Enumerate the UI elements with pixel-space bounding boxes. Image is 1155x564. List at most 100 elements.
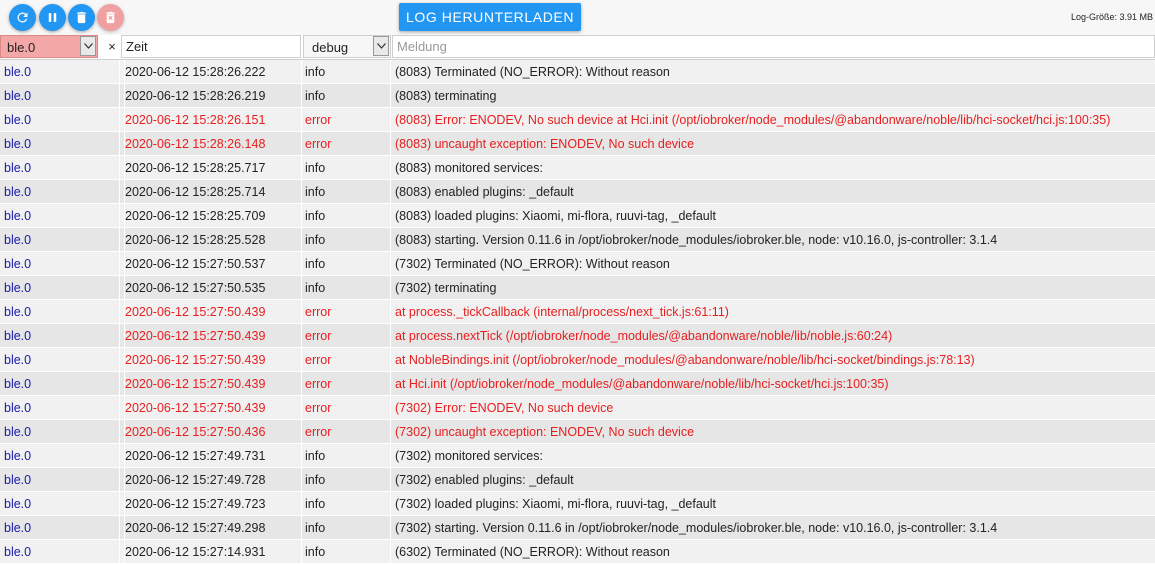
trash-delete-icon [106,11,115,24]
delete-log-button[interactable] [97,4,124,31]
log-time: 2020-06-12 15:28:25.717 [124,156,301,180]
pause-icon [48,13,57,22]
log-level: info [305,257,326,271]
log-message: (7302) loaded plugins: Xiaomi, mi-flora,… [395,497,717,511]
column-divider [390,348,391,372]
column-divider [119,468,120,492]
toolbar: LOG HERUNTERLADEN Log-Größe: 3.91 MB [0,0,1155,35]
log-row: ble.0 2020-06-12 15:27:50.439 error at Hci.… [0,372,1155,396]
log-row: ble.0 2020-06-12 15:27:50.537 info (7302) T… [0,252,1155,276]
column-divider [301,204,302,228]
log-level: error [305,353,332,367]
log-source: ble.0 [4,305,32,319]
column-divider [301,444,302,468]
column-divider [390,516,391,540]
column-divider [301,60,302,84]
log-row: ble.0 2020-06-12 15:28:26.148 error (8083) … [0,132,1155,156]
column-divider [119,348,120,372]
log-time: 2020-06-12 15:27:50.439 [124,300,301,324]
column-divider [119,180,120,204]
log-message: (8083) enabled plugins: _default [395,185,574,199]
time-filter-input[interactable]: Zeit [121,35,301,58]
source-filter-dropdown[interactable] [80,36,96,56]
log-source: ble.0 [4,473,32,487]
column-divider [301,420,302,444]
column-divider [301,324,302,348]
log-source: ble.0 [4,257,32,271]
pause-button[interactable] [39,4,66,31]
log-row: ble.0 2020-06-12 15:27:50.439 error at proc… [0,324,1155,348]
column-divider [301,492,302,516]
log-row: ble.0 2020-06-12 15:28:25.709 info (8083) l… [0,204,1155,228]
column-divider [390,84,391,108]
log-row: ble.0 2020-06-12 15:27:49.731 info (7302) m… [0,444,1155,468]
log-source: ble.0 [4,281,32,295]
column-divider [390,252,391,276]
clear-filter-button[interactable]: × [104,35,120,58]
log-time: 2020-06-12 15:27:49.723 [124,492,301,516]
log-message: at process._tickCallback (internal/proce… [395,305,729,319]
log-row: ble.0 2020-06-12 15:27:50.436 error (7302) … [0,420,1155,444]
column-divider [119,372,120,396]
column-divider [301,516,302,540]
log-time: 2020-06-12 15:27:50.537 [124,252,301,276]
log-time: 2020-06-12 15:28:25.709 [124,204,301,228]
download-log-button[interactable]: LOG HERUNTERLADEN [399,3,581,31]
log-source: ble.0 [4,521,32,535]
log-time: 2020-06-12 15:27:50.439 [124,396,301,420]
log-row: ble.0 2020-06-12 15:27:49.728 info (7302) e… [0,468,1155,492]
column-divider [301,156,302,180]
log-row: ble.0 2020-06-12 15:27:49.723 info (7302) l… [0,492,1155,516]
log-message: (8083) uncaught exception: ENODEV, No su… [395,137,695,151]
log-message: (8083) terminating [395,89,497,103]
column-divider [301,132,302,156]
column-divider [119,132,120,156]
log-message: (8083) loaded plugins: Xiaomi, mi-flora,… [395,209,717,223]
log-row: ble.0 2020-06-12 15:28:26.222 info (8083) T… [0,60,1155,84]
column-divider [301,348,302,372]
log-level: error [305,329,332,343]
log-level: info [305,233,326,247]
column-divider [390,108,391,132]
log-message: (7302) terminating [395,281,497,295]
log-time: 2020-06-12 15:27:50.439 [124,372,301,396]
log-source: ble.0 [4,113,32,127]
column-divider [390,276,391,300]
log-row: ble.0 2020-06-12 15:27:49.298 info (7302) s… [0,516,1155,540]
log-message: (6302) Terminated (NO_ERROR): Without re… [395,545,670,559]
message-filter-input[interactable] [392,35,1155,58]
refresh-button[interactable] [9,4,36,31]
column-divider [119,204,120,228]
chevron-down-icon [83,43,93,49]
level-filter-dropdown[interactable] [373,36,389,56]
log-message: (7302) starting. Version 0.11.6 in /opt/… [395,521,998,535]
clear-log-button[interactable] [68,4,95,31]
log-time: 2020-06-12 15:27:50.535 [124,276,301,300]
log-level: error [305,401,332,415]
log-source: ble.0 [4,545,32,559]
log-row: ble.0 2020-06-12 15:28:25.714 info (8083) e… [0,180,1155,204]
log-row: ble.0 2020-06-12 15:27:50.439 error at Nobl… [0,348,1155,372]
log-time: 2020-06-12 15:28:26.151 [124,108,301,132]
column-divider [301,228,302,252]
log-source: ble.0 [4,137,32,151]
column-divider [301,468,302,492]
log-level: info [305,209,326,223]
log-source: ble.0 [4,353,32,367]
log-time: 2020-06-12 15:28:25.528 [124,228,301,252]
column-divider [301,252,302,276]
column-divider [390,156,391,180]
column-divider [301,372,302,396]
log-source: ble.0 [4,161,32,175]
log-level: error [305,377,332,391]
column-divider [119,84,120,108]
column-divider [119,276,120,300]
log-time: 2020-06-12 15:27:49.731 [124,444,301,468]
log-message: (8083) Terminated (NO_ERROR): Without re… [395,65,670,79]
log-source: ble.0 [4,329,32,343]
log-level: info [305,161,326,175]
log-level: info [305,473,326,487]
log-level: info [305,449,326,463]
log-message: (7302) monitored services: [395,449,543,463]
column-divider [119,492,120,516]
